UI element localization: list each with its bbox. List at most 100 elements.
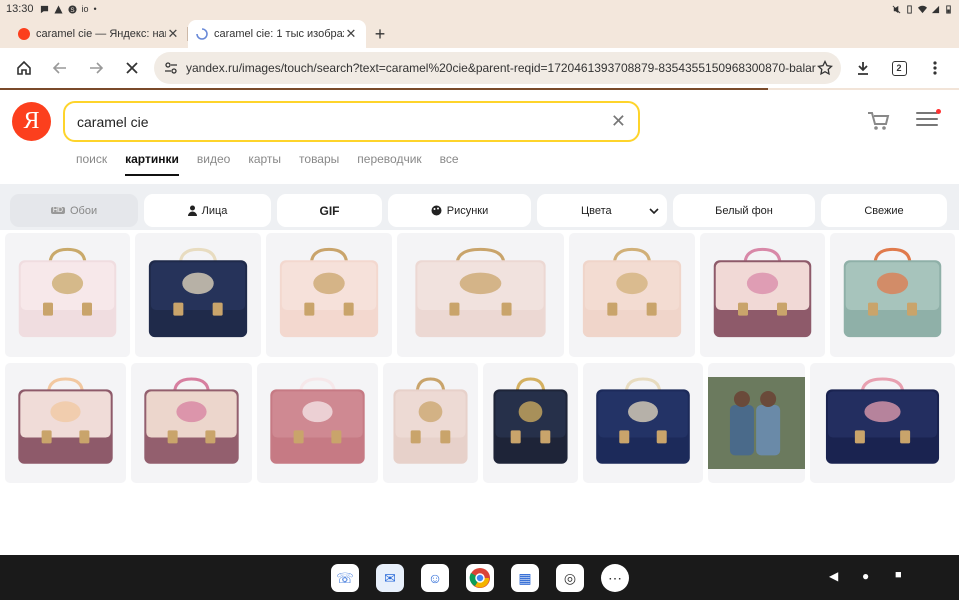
navy-gold-wing-satchel-thumbnail <box>493 377 568 464</box>
tab-yandex-search[interactable]: caramel cie — Яндекс: наш ✕ <box>10 20 188 48</box>
image-result-4[interactable] <box>397 233 564 357</box>
yandex-logo[interactable]: Я <box>12 102 51 141</box>
image-result-11[interactable] <box>383 363 478 483</box>
image-result-8[interactable] <box>5 363 126 483</box>
filter-drawings[interactable]: Рисунки <box>388 194 531 227</box>
filter-label: GIF <box>319 203 340 218</box>
search-nav: поиск картинки видео карты товары перево… <box>76 152 459 176</box>
android-back-button[interactable]: ◀ <box>829 569 838 583</box>
image-result-9[interactable] <box>131 363 252 483</box>
nav-video[interactable]: видео <box>197 152 230 176</box>
android-navigation-bar: ☏ ✉ ☺ ▦ ◎ ⋯ ◀ ● ■ <box>0 555 959 600</box>
filter-gif[interactable]: GIF <box>277 194 382 227</box>
tab-count: 2 <box>891 60 907 76</box>
android-recents-button[interactable]: ■ <box>895 569 902 581</box>
filter-bar: HD Обои Лица GIF Рисунки Цвета Белый фон… <box>10 194 947 227</box>
chrome-app-icon[interactable] <box>466 564 494 592</box>
close-tab-icon[interactable]: ✕ <box>344 26 358 42</box>
filter-label: Белый фон <box>715 204 773 217</box>
battery-icon <box>946 4 951 14</box>
contacts-app-icon[interactable]: ☺ <box>421 564 449 592</box>
image-result-1[interactable] <box>5 233 130 357</box>
filter-label: Свежие <box>864 204 904 217</box>
io-icon: io <box>81 4 89 14</box>
tab-yandex-images[interactable]: caramel cie: 1 тыс изображ ✕ <box>188 20 366 48</box>
new-tab-button[interactable]: + <box>366 20 394 48</box>
dot-icon: • <box>93 4 97 14</box>
files-app-icon[interactable]: ▦ <box>511 564 539 592</box>
svg-text:S: S <box>70 6 74 13</box>
camera-app-icon[interactable]: ◎ <box>556 564 584 592</box>
forward-button[interactable] <box>78 50 114 86</box>
filter-colors[interactable]: Цвета <box>537 194 667 227</box>
image-result-2[interactable] <box>135 233 261 357</box>
small-pink-satchel-thumbnail <box>393 377 468 464</box>
nav-products[interactable]: товары <box>299 152 339 176</box>
more-vert-icon <box>933 61 937 75</box>
filter-wallpapers[interactable]: HD Обои <box>10 194 138 227</box>
pink-winged-satchel-thumbnail <box>415 247 546 338</box>
messages-app-icon[interactable]: ✉ <box>376 564 404 592</box>
person-icon <box>187 205 197 216</box>
filter-fresh[interactable]: Свежие <box>821 194 947 227</box>
image-result-14[interactable] <box>708 363 805 483</box>
loading-icon <box>196 28 208 40</box>
s-icon: S <box>67 4 77 13</box>
navy-bunny-satchel-thumbnail <box>825 377 940 464</box>
download-button[interactable] <box>845 50 881 86</box>
filter-faces[interactable]: Лица <box>144 194 271 227</box>
image-result-15[interactable] <box>810 363 955 483</box>
overflow-menu-button[interactable] <box>917 50 953 86</box>
plum-wildflower-satchel-thumbnail <box>144 377 239 464</box>
bookmark-star-icon[interactable] <box>817 60 833 76</box>
tab-switcher-button[interactable]: 2 <box>881 50 917 86</box>
all-apps-icon[interactable]: ⋯ <box>601 564 629 592</box>
notification-dot <box>936 109 941 114</box>
mint-fox-satchel-thumbnail <box>843 247 942 338</box>
clear-search-icon[interactable]: ✕ <box>611 111 626 132</box>
browser-toolbar: yandex.ru/images/touch/search?text=caram… <box>0 48 959 90</box>
pink-glitter-dragonfly-satchel-thumbnail <box>582 247 682 338</box>
address-bar[interactable]: yandex.ru/images/touch/search?text=caram… <box>154 52 841 84</box>
tab-strip: caramel cie — Яндекс: наш ✕ caramel cie:… <box>0 18 959 48</box>
image-result-3[interactable] <box>266 233 392 357</box>
nav-maps[interactable]: карты <box>248 152 281 176</box>
nav-search[interactable]: поиск <box>76 152 107 176</box>
home-icon <box>17 60 31 75</box>
nav-translator[interactable]: переводчик <box>357 152 421 176</box>
download-icon <box>858 62 868 75</box>
filter-label: Лица <box>201 204 228 217</box>
filter-white-background[interactable]: Белый фон <box>673 194 815 227</box>
search-input[interactable]: caramel cie <box>77 114 611 130</box>
close-tab-icon[interactable]: ✕ <box>166 26 180 42</box>
vibrate-icon <box>907 4 912 14</box>
chat-icon <box>40 5 48 13</box>
cart-icon[interactable] <box>866 111 890 131</box>
image-result-13[interactable] <box>583 363 703 483</box>
nav-images[interactable]: картинки <box>125 152 179 176</box>
back-button[interactable] <box>42 50 78 86</box>
arrow-right-icon <box>90 62 104 74</box>
image-result-6[interactable] <box>700 233 825 357</box>
chevron-down-icon <box>649 207 659 214</box>
site-settings-icon[interactable] <box>164 61 178 75</box>
signal-icon <box>931 5 940 13</box>
android-home-button[interactable]: ● <box>862 569 869 583</box>
phone-app-icon[interactable]: ☏ <box>331 564 359 592</box>
hamburger-menu-icon[interactable] <box>916 109 941 130</box>
yandex-header: Я caramel cie ✕ поиск картинки видео кар… <box>0 92 959 184</box>
pink-unicorn-satchel-thumbnail <box>18 247 117 338</box>
image-result-5[interactable] <box>569 233 695 357</box>
mute-icon <box>892 5 901 13</box>
plum-floral-satchel-thumbnail <box>713 247 812 338</box>
image-result-7[interactable] <box>830 233 955 357</box>
url-text[interactable]: yandex.ru/images/touch/search?text=caram… <box>186 61 817 75</box>
image-result-12[interactable] <box>483 363 578 483</box>
home-button[interactable] <box>6 50 42 86</box>
search-field[interactable]: caramel cie ✕ <box>63 101 640 142</box>
hd-badge-icon: HD <box>50 207 65 214</box>
nav-all[interactable]: все <box>440 152 459 176</box>
status-bar: 13:30 S io • <box>0 0 959 18</box>
image-result-10[interactable] <box>257 363 378 483</box>
stop-loading-button[interactable] <box>114 50 150 86</box>
